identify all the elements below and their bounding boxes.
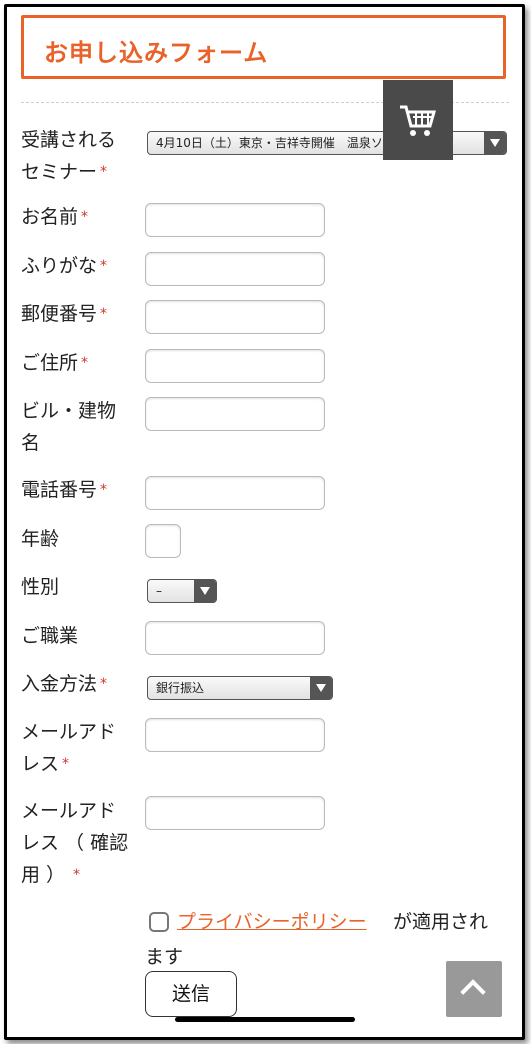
postal-input[interactable] [145,300,325,334]
page-title: お申し込みフォーム [44,39,269,67]
postal-label: 郵便番号 * [21,303,108,325]
building-input[interactable] [145,397,325,431]
chevron-down-icon [194,580,216,602]
cart-icon [400,105,436,136]
chevron-down-icon [484,132,506,154]
gender-label: 性別 [21,576,60,598]
gender-select[interactable]: – [147,579,217,603]
submit-button[interactable]: 送信 [145,971,237,1017]
age-label: 年齢 [21,528,60,550]
email-label: メールアド レス * [21,721,117,775]
privacy-policy-link[interactable]: プライバシーポリシー [177,907,367,934]
privacy-checkbox[interactable] [149,912,169,932]
building-label: ビル・建物 名 [21,400,117,454]
email-confirm-input[interactable] [145,796,325,830]
occupation-label: ご職業 [21,625,79,647]
seminar-select[interactable]: 4月10日（土）東京・吉祥寺開催 温泉ソムリエ認 [147,131,507,155]
email-input[interactable] [145,718,325,752]
phone-label: 電話番号 * [21,479,108,501]
name-input[interactable] [145,203,325,237]
seminar-label: 受講される セミナー * [21,129,117,183]
form-title-box: お申し込みフォーム [21,15,506,79]
cart-button[interactable] [383,80,453,160]
privacy-text: が適用され [393,911,489,933]
address-input[interactable] [145,349,325,383]
furigana-input[interactable] [145,252,325,286]
email-confirm-label: メールアド レス （ 確認 用 ） * [21,800,129,886]
age-input[interactable] [145,524,181,558]
occupation-input[interactable] [145,621,325,655]
name-label: お名前 * [21,206,89,228]
privacy-text-wrap: ます [145,946,184,968]
chevron-down-icon [310,677,332,699]
form-page: お申し込みフォーム 受講される セミナー * 4月10日（土）東京・吉祥寺開催 温… [4,4,525,1040]
payment-select[interactable]: 銀行振込 [147,676,333,700]
payment-label: 入金方法 * [21,673,108,695]
furigana-label: ふりがな * [21,255,108,277]
scroll-top-button[interactable] [446,961,502,1017]
address-label: ご住所 * [21,352,89,374]
phone-input[interactable] [145,476,325,510]
home-indicator [175,1017,355,1022]
